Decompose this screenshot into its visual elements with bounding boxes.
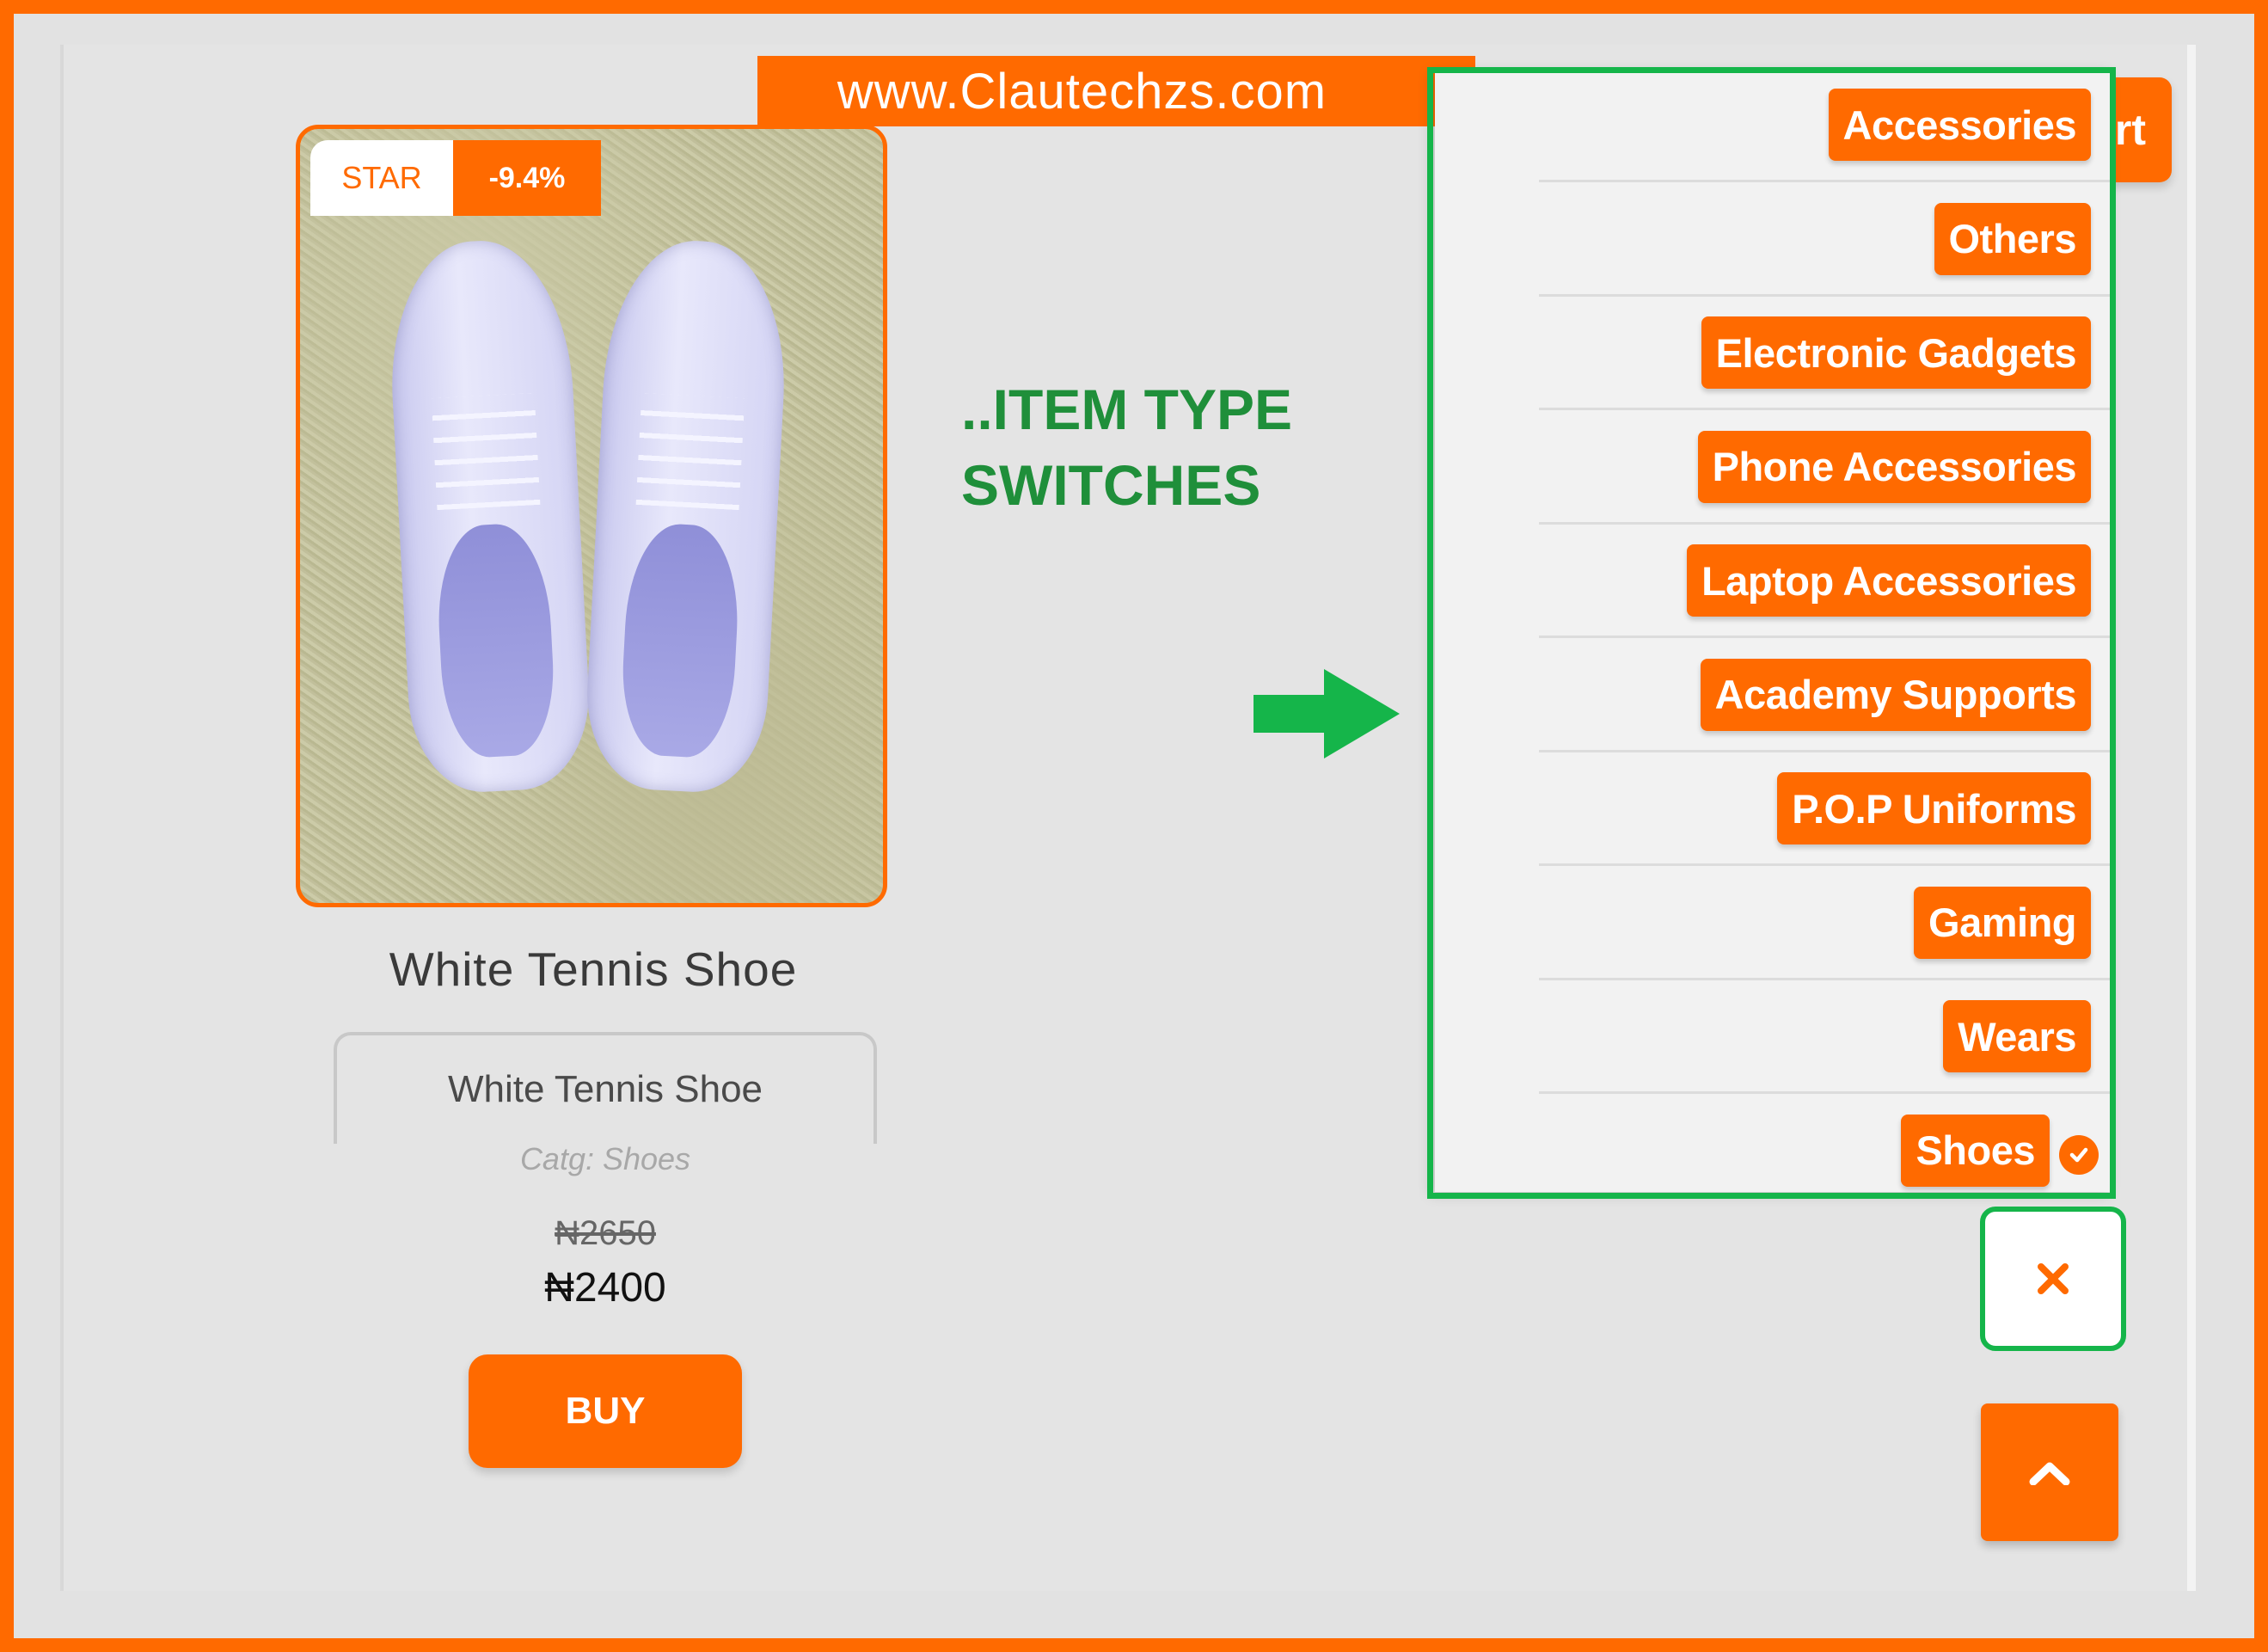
shoe-right-image xyxy=(582,236,792,796)
category-chip[interactable]: Electronic Gadgets xyxy=(1701,316,2091,389)
category-chip[interactable]: Gaming xyxy=(1914,886,2091,959)
category-row: Phone Accessories xyxy=(1539,411,2114,525)
category-row: P.O.P Uniforms xyxy=(1539,752,2114,866)
category-chip[interactable]: P.O.P Uniforms xyxy=(1777,772,2091,844)
category-row: Laptop Accessories xyxy=(1539,525,2114,638)
star-badge: STAR xyxy=(310,140,453,216)
scroll-to-top-button[interactable] xyxy=(1981,1403,2118,1541)
category-chip[interactable]: Academy Supports xyxy=(1700,658,2091,731)
category-row: Others xyxy=(1539,183,2114,297)
category-row: Shoes xyxy=(1539,1095,2114,1208)
product-category: Catg: Shoes xyxy=(519,1141,691,1176)
category-chip[interactable]: Wears xyxy=(1943,1000,2091,1072)
category-chip[interactable]: Accessories xyxy=(1828,89,2091,161)
check-circle-icon xyxy=(2059,1134,2099,1175)
category-chip[interactable]: Phone Accessories xyxy=(1697,430,2091,503)
category-row: Gaming xyxy=(1539,867,2114,980)
current-price: ₦2400 xyxy=(544,1265,666,1311)
close-icon xyxy=(2038,1263,2069,1294)
category-row: Wears xyxy=(1539,980,2114,1094)
category-row: Accessories xyxy=(1539,69,2114,182)
category-chip[interactable]: Shoes xyxy=(1901,1114,2050,1187)
category-chip[interactable]: Laptop Accessories xyxy=(1687,544,2091,617)
category-chip[interactable]: Others xyxy=(1934,202,2091,275)
annotation-line-1: ..ITEM TYPE xyxy=(961,378,1293,441)
product-variant-select[interactable]: White Tennis Shoe xyxy=(334,1032,877,1144)
annotation-line-2: SWITCHES xyxy=(961,453,1261,517)
category-row: Academy Supports xyxy=(1539,639,2114,752)
close-button[interactable] xyxy=(1980,1207,2126,1351)
discount-badge: -9.4% xyxy=(453,140,601,216)
chevron-up-icon xyxy=(2029,1462,2070,1485)
arrow-right-icon xyxy=(1254,669,1400,758)
buy-button[interactable]: BUY xyxy=(469,1354,742,1468)
product-title[interactable]: White Tennis Shoe xyxy=(258,942,929,997)
shoe-left-image xyxy=(384,236,594,796)
category-dropdown-panel: Accessories Others Electronic Gadgets Phone… xyxy=(1435,69,2114,1192)
product-image[interactable] xyxy=(296,125,887,907)
site-url-banner: www.Clautechzs.com xyxy=(757,56,1475,126)
old-price: ₦2650 xyxy=(555,1214,656,1252)
annotation-text: ..ITEM TYPE SWITCHES xyxy=(961,372,1391,523)
category-row: Electronic Gadgets xyxy=(1539,297,2114,410)
